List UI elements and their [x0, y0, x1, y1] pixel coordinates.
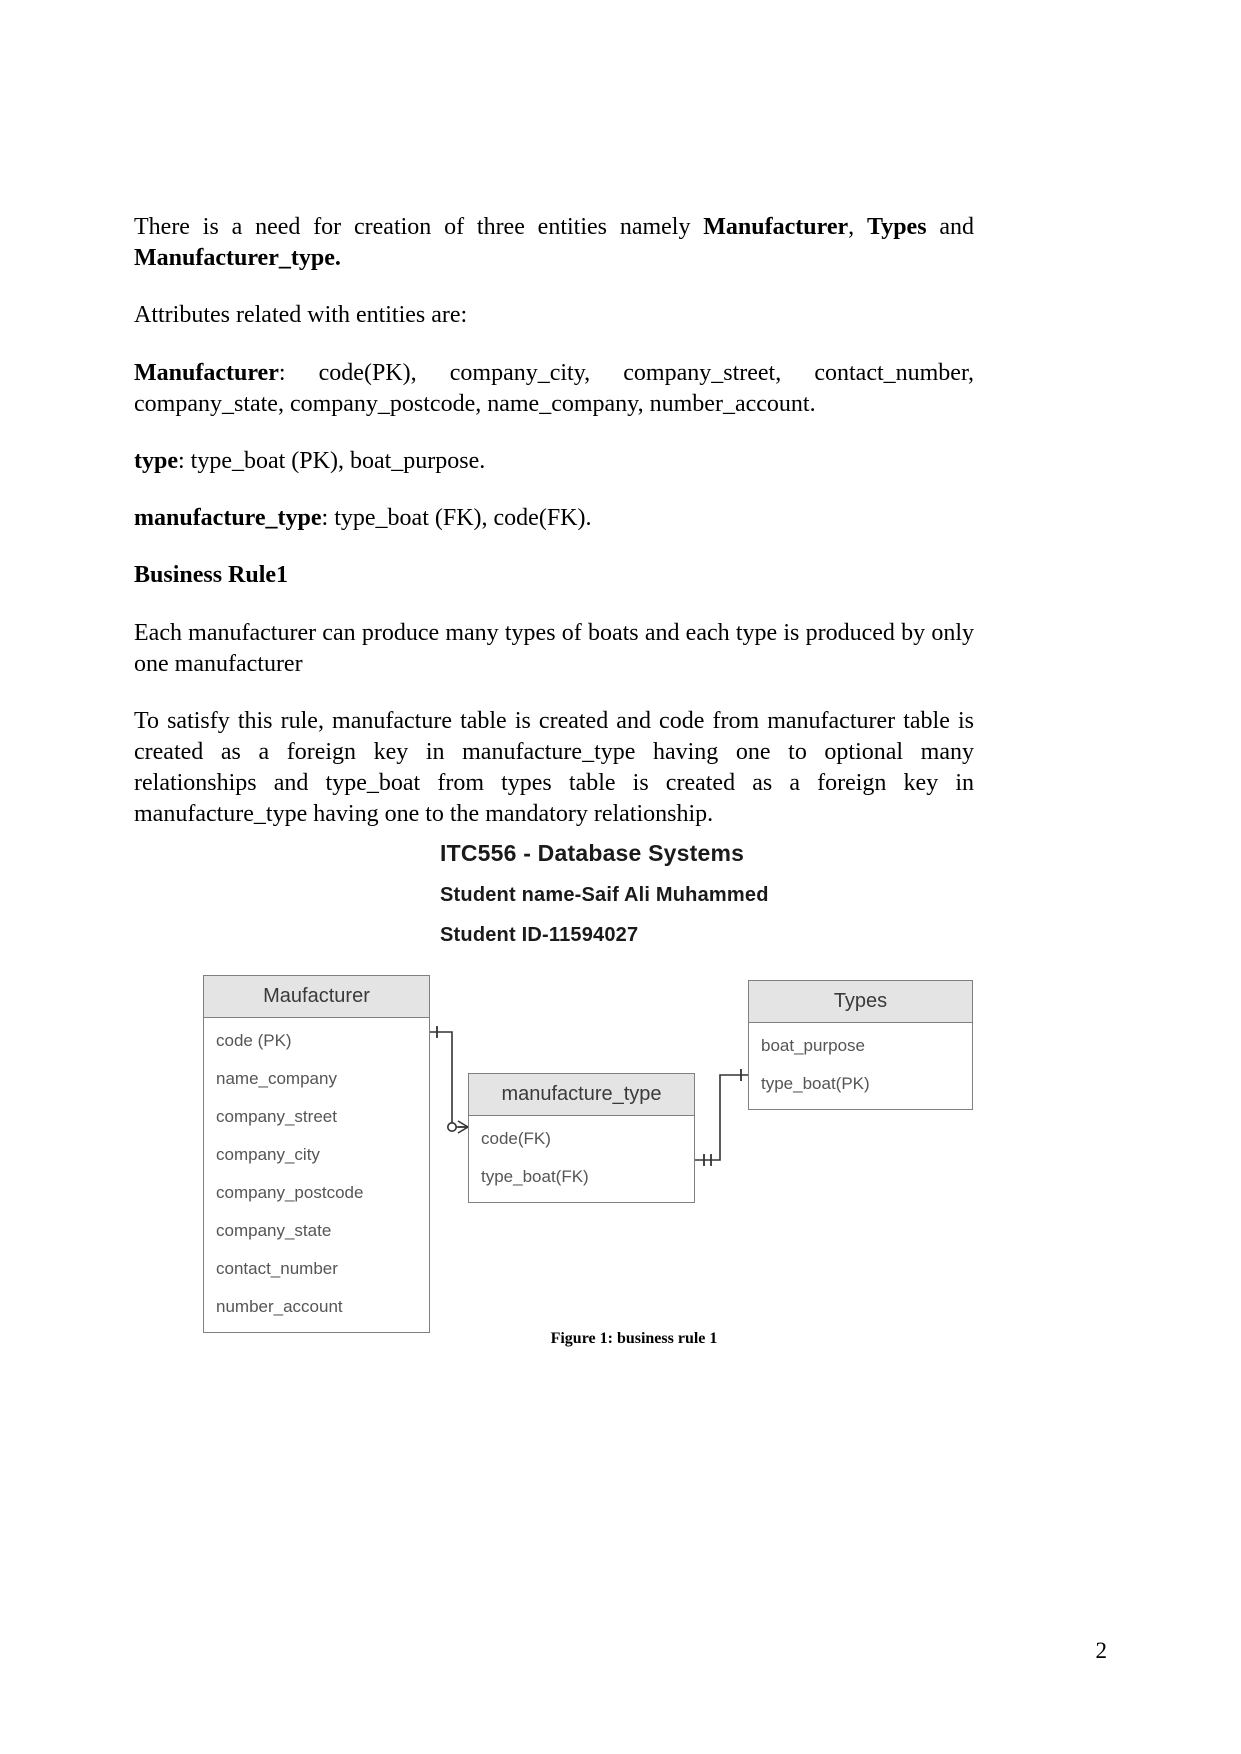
attribute-row: contact_number	[216, 1259, 338, 1278]
connector-manufacturer-manufacture-type	[430, 1031, 468, 1128]
entity-manufacture-type: manufacture_type code(FK) type_boat(FK)	[468, 1073, 695, 1203]
diagram-header-line-student-name: Student name-Saif Ali Muhammed	[440, 884, 769, 906]
crowfoot-lower-manufacture-type	[457, 1126, 469, 1134]
entity-types-attributes: boat_purpose type_boat(PK)	[749, 1023, 972, 1109]
entity-manufacture-type-title: manufacture_type	[469, 1074, 694, 1116]
entity-manufacturer-title: Maufacturer	[204, 976, 429, 1018]
paragraph-manufacture-type-attrs: manufacture_type: type_boat (FK), code(F…	[134, 503, 974, 534]
bold-run: Manufacturer	[703, 214, 849, 240]
paragraph-intro: There is a need for creation of three en…	[134, 212, 974, 274]
text-run: ,	[848, 214, 867, 240]
connector-types-manufacture-type	[695, 1074, 748, 1161]
paragraph-attributes-lead: Attributes related with entities are:	[134, 300, 974, 331]
page-number: 2	[1095, 1638, 1108, 1663]
paragraph-business-rule-text: Each manufacturer can produce many types…	[134, 618, 974, 680]
document-page: There is a need for creation of three en…	[0, 0, 1241, 1754]
diagram-header: ITC556 - Database Systems Student name-S…	[440, 840, 1040, 964]
cardinality-zero-circle-manufacture-type	[446, 1121, 457, 1132]
attribute-row: number_account	[216, 1297, 343, 1316]
bold-run: manufacture_type	[134, 505, 322, 532]
bold-run: type	[134, 447, 178, 474]
paragraph-container: There is a need for creation of three en…	[134, 212, 974, 831]
text-run: : type_boat (FK), code(FK).	[321, 505, 592, 532]
diagram-header-line-course: ITC556 - Database Systems	[440, 840, 745, 866]
entity-types-title: Types	[749, 981, 972, 1023]
entity-manufacturer: Maufacturer code (PK) name_company compa…	[203, 975, 430, 1333]
bold-run: Business Rule1	[134, 562, 289, 589]
paragraph-manufacturer-attrs: Manufacturer: code(PK), company_city, co…	[134, 358, 974, 420]
diagram-header-line-student-id: Student ID-11594027	[440, 924, 639, 946]
paragraph-type-attrs: type: type_boat (PK), boat_purpose.	[134, 446, 974, 477]
entity-types: Types boat_purpose type_boat(PK)	[748, 980, 973, 1110]
attribute-row: company_postcode	[216, 1183, 364, 1202]
attribute-row: name_company	[216, 1069, 337, 1088]
entity-manufacturer-attributes: code (PK) name_company company_street co…	[204, 1018, 429, 1332]
text-run: : type_boat (PK), boat_purpose.	[178, 447, 486, 474]
attribute-row: company_state	[216, 1221, 332, 1240]
text-run: and	[926, 214, 975, 240]
attribute-row: type_boat(FK)	[481, 1167, 589, 1186]
text-run: To satisfy this rule, manufacture table …	[134, 707, 974, 828]
bold-run: Manufacturer_type.	[134, 245, 341, 272]
paragraph-business-rule-heading: Business Rule1	[134, 560, 974, 591]
attribute-row: company_street	[216, 1107, 337, 1126]
figure-caption: Figure 1: business rule 1	[550, 1330, 718, 1347]
attribute-row: code (PK)	[216, 1031, 292, 1050]
attribute-row: code(FK)	[481, 1129, 551, 1148]
bold-run: Manufacturer	[134, 359, 279, 386]
document-body: There is a need for creation of three en…	[134, 170, 974, 857]
er-diagram: ITC556 - Database Systems Student name-S…	[134, 830, 1109, 1390]
bold-run: Types	[866, 214, 927, 240]
text-run: Attributes related with entities are:	[134, 302, 468, 329]
crowfoot-upper-manufacture-type	[457, 1120, 469, 1128]
paragraph-rule-satisfaction: To satisfy this rule, manufacture table …	[134, 706, 974, 831]
attribute-row: company_city	[216, 1145, 320, 1164]
text-run: There is a need for creation of three en…	[134, 214, 704, 240]
attribute-row: boat_purpose	[761, 1036, 865, 1055]
text-run: Each manufacturer can produce many types…	[134, 619, 974, 677]
entity-manufacture-type-attributes: code(FK) type_boat(FK)	[469, 1116, 694, 1202]
attribute-row: type_boat(PK)	[761, 1074, 870, 1093]
